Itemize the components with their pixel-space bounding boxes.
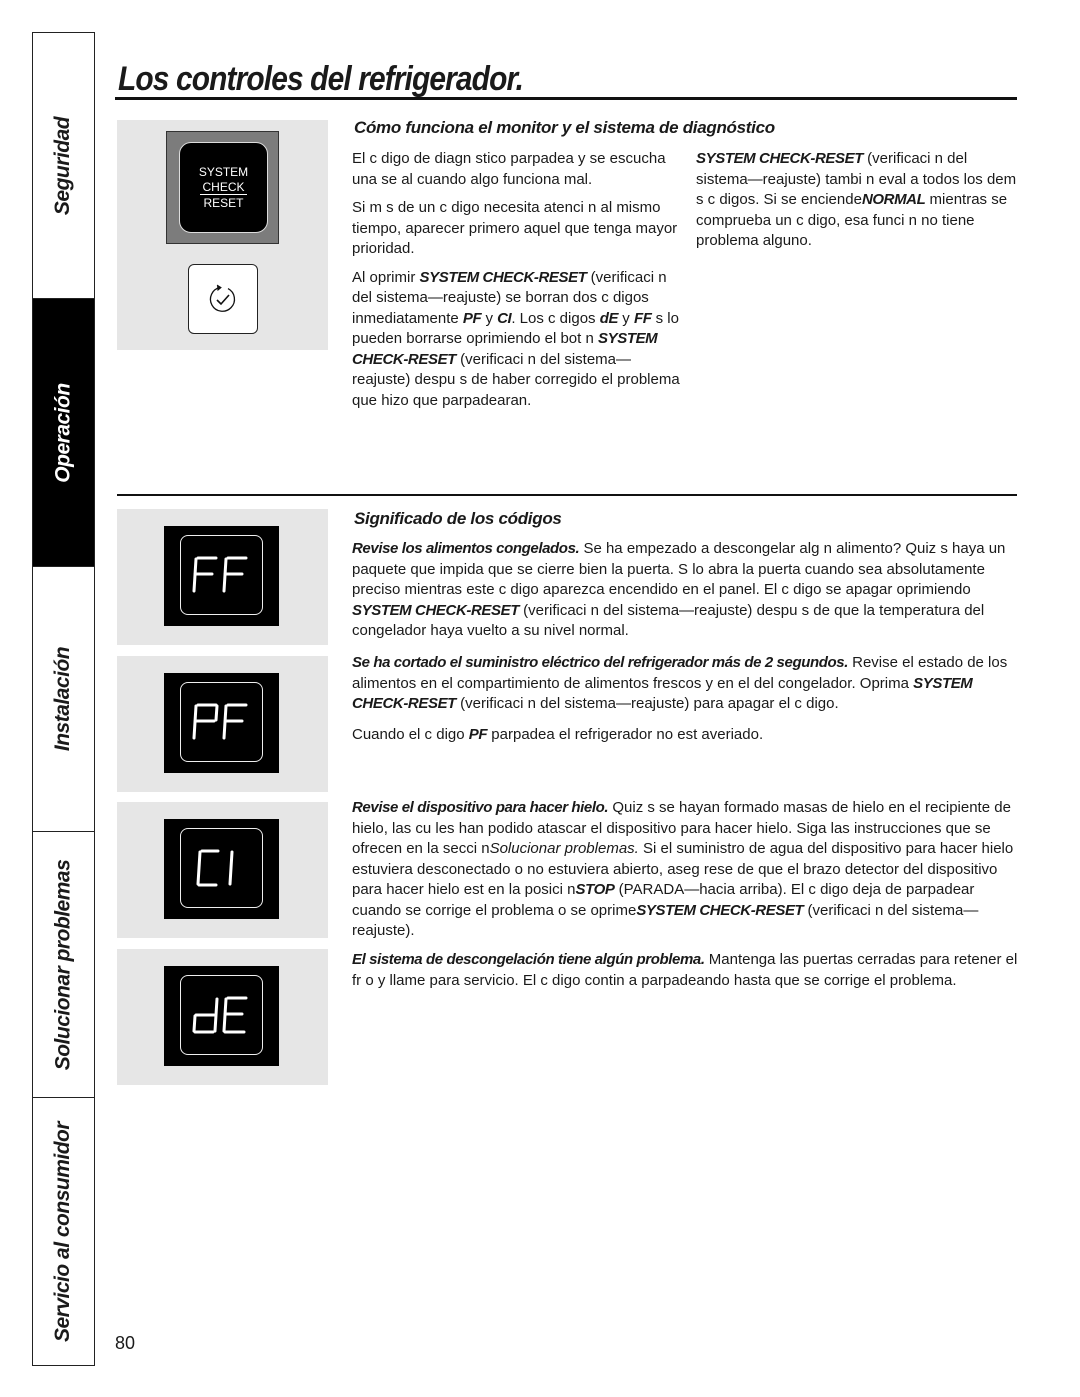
code-display-de xyxy=(164,966,279,1066)
code-pf-glyph xyxy=(192,703,247,740)
paragraph: El c digo de diagn stico parpadea y se e… xyxy=(352,150,666,188)
code-display-pf xyxy=(164,673,279,773)
page-number: 80 xyxy=(115,1333,136,1353)
button-line-2: CHECK xyxy=(200,180,247,195)
tab-label: Operación xyxy=(51,382,75,483)
code-de-description: El sistema de descongelación tiene algún… xyxy=(352,951,1018,989)
code-pf-lead: Se ha cortado el suministro eléctrico de… xyxy=(352,654,848,671)
tab-instalacion[interactable]: Instalación xyxy=(33,566,94,831)
section-divider xyxy=(117,494,1017,496)
section-heading-monitor: Cómo funciona el monitor y el sistema de… xyxy=(354,118,775,137)
troubleshooting-reference: Solucionar problemas. xyxy=(489,840,639,857)
code-de-glyph xyxy=(192,996,247,1034)
section1-left-column: El c digo de diagn stico parpadea y se e… xyxy=(352,149,687,411)
page-title: Los controles del refrigerador. xyxy=(118,60,524,98)
system-check-reset-button[interactable]: SYSTEM CHECK RESET xyxy=(166,131,279,244)
tab-seguridad[interactable]: Seguridad xyxy=(33,33,94,298)
code-ff-description: Revise los alimentos congelados. Se ha e… xyxy=(352,540,1006,639)
tab-label: Instalación xyxy=(51,646,75,752)
tab-label: Servicio al consumidor xyxy=(51,1121,75,1342)
button-line-1: SYSTEM xyxy=(198,165,249,179)
title-rule xyxy=(115,97,1017,100)
section-tabs: Seguridad Operación Instalación Solucion… xyxy=(32,32,95,1366)
code-display-ff xyxy=(164,526,279,626)
paragraph: Al oprimir SYSTEM CHECK-RESET (verificac… xyxy=(352,268,680,409)
check-cycle-icon xyxy=(209,284,236,312)
tab-servicio-al-consumidor[interactable]: Servicio al consumidor xyxy=(33,1097,94,1365)
paragraph: Si m s de un c digo necesita atenci n al… xyxy=(352,199,678,257)
code-display-ci xyxy=(164,819,279,919)
tab-label: Seguridad xyxy=(51,116,75,215)
system-check-reset-label: SYSTEM CHECK RESET xyxy=(179,142,268,233)
tab-operacion[interactable]: Operación xyxy=(33,298,94,566)
section-heading-codes: Significado de los códigos xyxy=(354,509,562,528)
tab-solucionar-problemas[interactable]: Solucionar problemas xyxy=(33,831,94,1097)
code-ff-glyph xyxy=(192,556,247,593)
button-line-3: RESET xyxy=(203,196,244,210)
code-ci-glyph xyxy=(196,849,233,887)
paragraph: SYSTEM CHECK-RESET (verificaci n del sis… xyxy=(696,150,1017,249)
check-button[interactable] xyxy=(188,264,258,334)
code-ff-lead: Revise los alimentos congelados. xyxy=(352,540,580,557)
section1-right-column: SYSTEM CHECK-RESET (verificaci n del sis… xyxy=(696,149,1021,252)
code-ci-lead: Revise el dispositivo para hacer hielo. xyxy=(352,799,609,816)
code-ci-description: Revise el dispositivo para hacer hielo. … xyxy=(352,799,1014,939)
tab-label: Solucionar problemas xyxy=(51,859,75,1070)
code-pf-description: Se ha cortado el suministro eléctrico de… xyxy=(352,654,1008,743)
code-de-lead: El sistema de descongelación tiene algún… xyxy=(352,951,705,968)
